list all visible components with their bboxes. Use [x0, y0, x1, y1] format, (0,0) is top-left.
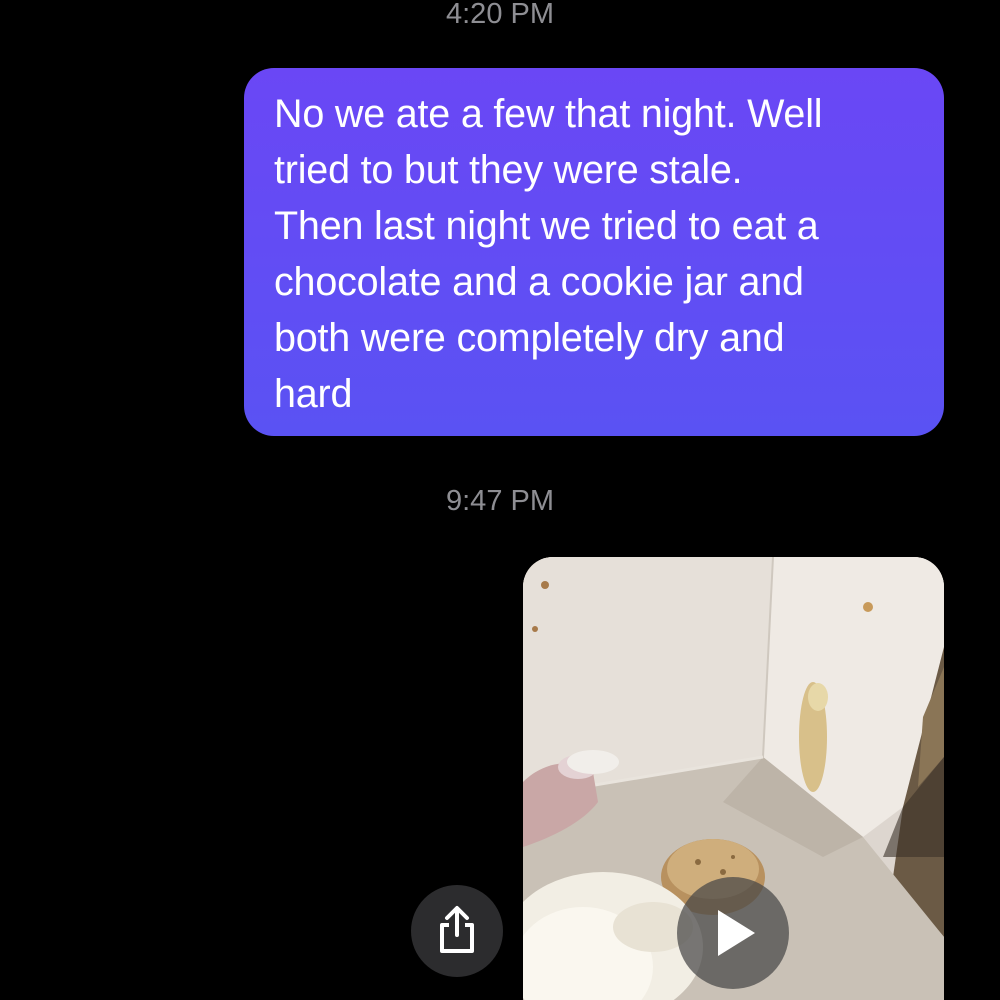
message-text-line: Then last night we tried to eat a — [274, 204, 819, 248]
share-icon — [440, 906, 474, 953]
message-text-line: tried to but they were stale. — [274, 148, 743, 192]
outgoing-message-bubble[interactable]: No we ate a few that night. Well tried t… — [244, 68, 944, 436]
chat-screen: 4:20 PM No we ate a few that night. Well… — [0, 0, 1000, 1000]
play-icon — [718, 910, 755, 956]
message-text-line: chocolate and a cookie jar and — [274, 260, 804, 304]
share-button[interactable] — [411, 885, 503, 977]
timestamp: 4:20 PM — [446, 0, 554, 30]
message-text-line: hard — [274, 372, 353, 416]
message-text-line: both were completely dry and — [274, 316, 785, 360]
timestamp: 9:47 PM — [446, 485, 554, 517]
message-text-line: No we ate a few that night. Well — [274, 92, 823, 136]
play-button[interactable] — [677, 877, 789, 989]
